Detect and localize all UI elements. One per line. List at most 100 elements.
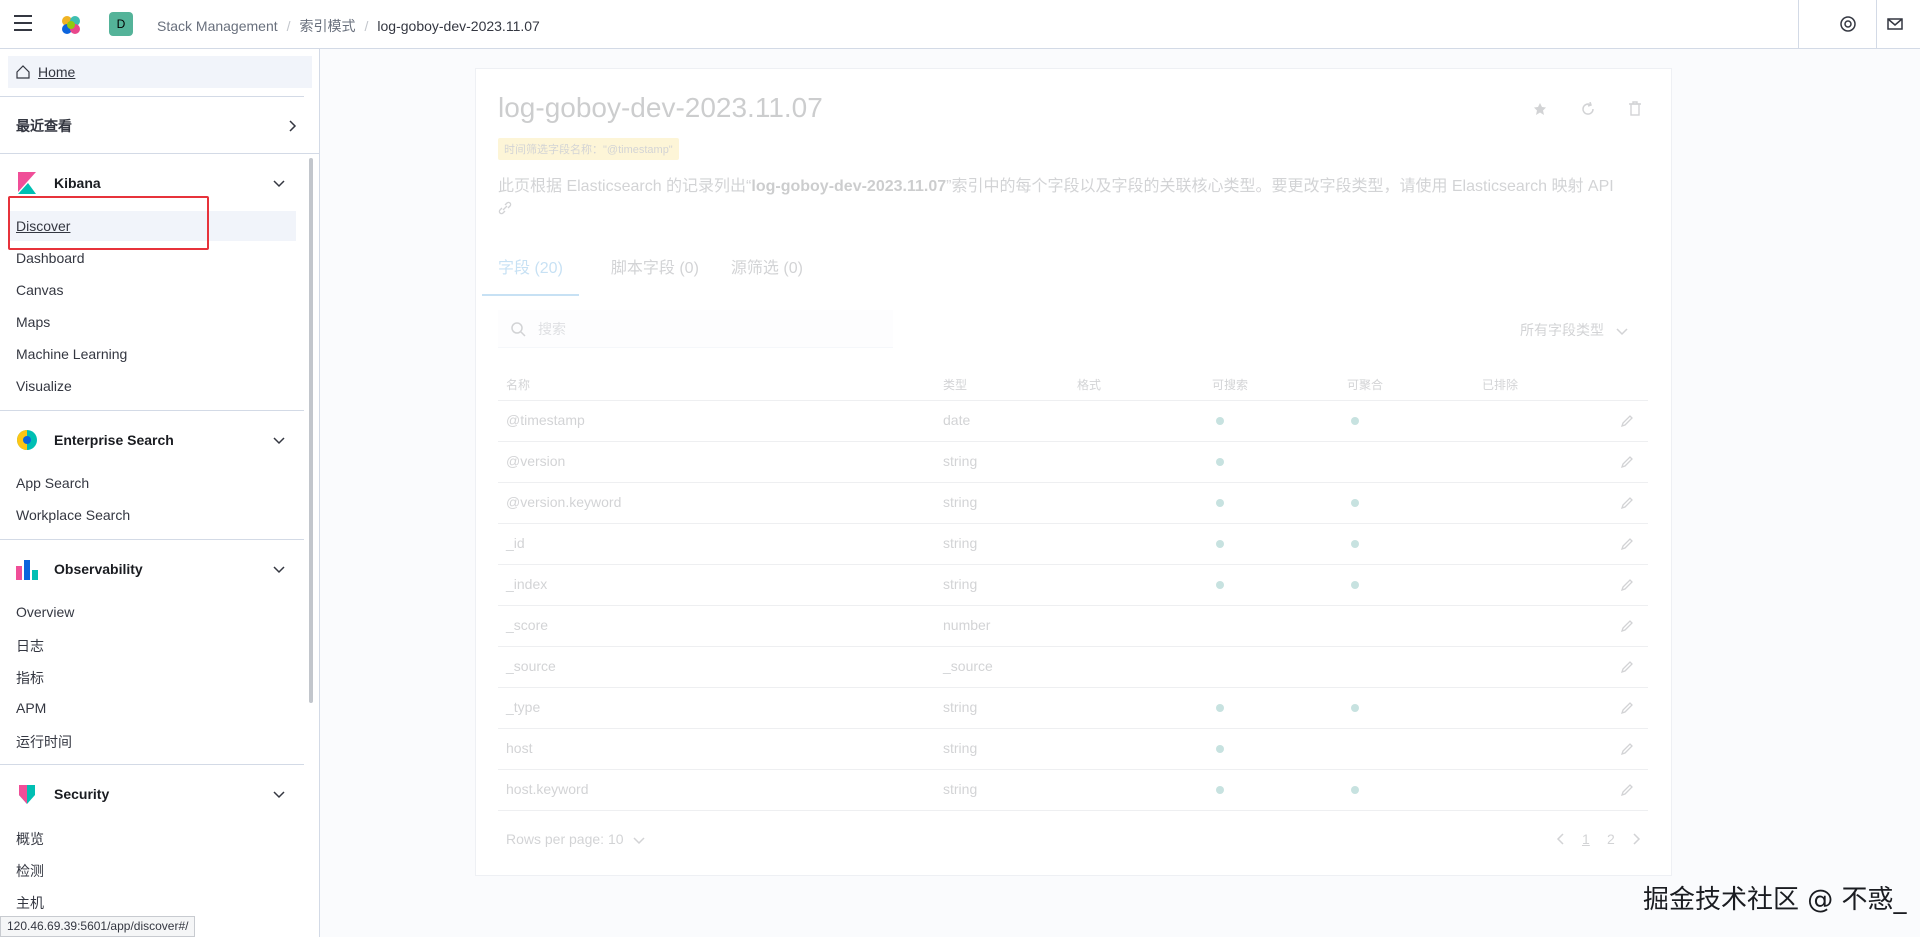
sidebar-item-uptime[interactable]: 运行时间 [16, 732, 72, 752]
aggregatable-dot [1351, 499, 1359, 507]
page-description: 此页根据 Elasticsearch 的记录列出“log-goboy-dev-2… [498, 175, 1638, 223]
nav-group-kibana[interactable]: Kibana [16, 172, 286, 194]
description-text: ”索引中的每个字段以及字段的关联核心类型。要更改字段类型，请使用 Elastic… [946, 178, 1614, 195]
help-icon[interactable] [1839, 15, 1857, 33]
sidebar-item-machine-learning[interactable]: Machine Learning [16, 346, 127, 362]
column-header-name[interactable]: 名称 [506, 376, 530, 393]
tab-scripted-fields[interactable]: 脚本字段 (0) [611, 254, 699, 296]
nav-group-security[interactable]: Security [16, 783, 286, 805]
nav-group-observability[interactable]: Observability [16, 558, 286, 580]
field-type-filter[interactable]: 所有字段类型 [1520, 320, 1628, 340]
elastic-logo-icon[interactable] [60, 14, 82, 36]
edit-pencil-icon[interactable] [1620, 619, 1634, 633]
edit-pencil-icon[interactable] [1620, 660, 1634, 674]
column-header-type[interactable]: 类型 [943, 376, 967, 393]
searchable-dot [1216, 786, 1224, 794]
divider [0, 96, 304, 97]
edit-pencil-icon[interactable] [1620, 496, 1634, 510]
tab-fields[interactable]: 字段 (20) [482, 254, 579, 296]
link-icon[interactable] [498, 201, 512, 215]
row-divider [498, 523, 1648, 524]
sidebar-item-overview[interactable]: Overview [16, 604, 74, 620]
chevron-down-icon [633, 837, 645, 845]
sidebar-item-workplace-search[interactable]: Workplace Search [16, 507, 130, 523]
sidebar-item-home[interactable]: Home [8, 56, 312, 88]
sidebar-item-security-overview[interactable]: 概览 [16, 829, 44, 849]
searchable-dot [1216, 704, 1224, 712]
breadcrumb-current: log-goboy-dev-2023.11.07 [377, 18, 540, 34]
sidebar-item-hosts[interactable]: 主机 [16, 893, 44, 913]
field-name-cell: _score [506, 617, 549, 633]
aggregatable-dot [1351, 786, 1359, 794]
sidebar-item-app-search[interactable]: App Search [16, 475, 89, 491]
field-name-cell: host.keyword [506, 781, 589, 797]
space-avatar[interactable]: D [109, 12, 133, 36]
field-type-cell: number [943, 617, 991, 633]
nav-group-title: Observability [54, 561, 143, 577]
sidebar-item-canvas[interactable]: Canvas [16, 282, 63, 298]
description-text: 此页根据 Elasticsearch 的记录列出“ [498, 178, 752, 195]
mail-icon[interactable] [1886, 15, 1904, 33]
edit-pencil-icon[interactable] [1620, 742, 1634, 756]
sidebar-item-detections[interactable]: 检测 [16, 861, 44, 881]
home-icon [16, 65, 30, 79]
menu-icon[interactable] [14, 15, 32, 31]
row-divider [498, 605, 1648, 606]
observability-logo-icon [16, 560, 38, 580]
page-button-2[interactable]: 2 [1607, 831, 1615, 847]
chevron-right-icon[interactable] [1632, 833, 1642, 845]
edit-pencil-icon[interactable] [1620, 783, 1634, 797]
sidebar-item-metrics[interactable]: 指标 [16, 668, 44, 688]
security-logo-icon [19, 785, 35, 804]
sidebar-item-apm[interactable]: APM [16, 700, 46, 716]
column-header-format[interactable]: 格式 [1077, 376, 1101, 393]
sidebar-item-logs[interactable]: 日志 [16, 636, 44, 656]
refresh-icon[interactable] [1581, 102, 1595, 116]
column-header-aggregatable[interactable]: 可聚合 [1347, 376, 1383, 393]
sidebar-item-label: Home [38, 64, 76, 80]
rows-per-page-selector[interactable]: Rows per page: 10 [506, 831, 645, 847]
field-type-cell: string [943, 576, 978, 592]
column-header-excluded[interactable]: 已排除 [1482, 376, 1518, 393]
sidebar-item-dashboard[interactable]: Dashboard [16, 250, 85, 266]
nav-group-enterprise-search[interactable]: Enterprise Search [16, 429, 286, 451]
column-header-searchable[interactable]: 可搜索 [1212, 376, 1248, 393]
breadcrumb-item[interactable]: 索引模式 [300, 16, 356, 36]
row-divider [498, 400, 1648, 401]
sidebar-item-maps[interactable]: Maps [16, 314, 50, 330]
edit-pencil-icon[interactable] [1620, 701, 1634, 715]
sidebar-scrollbar[interactable] [309, 158, 313, 703]
star-icon[interactable] [1533, 102, 1547, 116]
divider [0, 153, 319, 154]
field-name-cell: _source [506, 658, 556, 674]
top-bar: D Stack Management / 索引模式 / log-goboy-de… [0, 0, 1920, 49]
sidebar-item-visualize[interactable]: Visualize [16, 378, 72, 394]
tab-source-filters[interactable]: 源筛选 (0) [731, 254, 803, 296]
breadcrumb-item[interactable]: Stack Management [157, 18, 278, 34]
recently-viewed-label: 最近查看 [16, 118, 72, 134]
nav-group-title: Kibana [54, 175, 101, 191]
row-divider [498, 441, 1648, 442]
edit-pencil-icon[interactable] [1620, 578, 1634, 592]
row-divider [498, 482, 1648, 483]
aggregatable-dot [1351, 704, 1359, 712]
field-type-cell: string [943, 535, 978, 551]
chevron-down-icon [273, 180, 285, 188]
edit-pencil-icon[interactable] [1620, 537, 1634, 551]
chevron-down-icon [273, 791, 285, 799]
field-name-cell: @version.keyword [506, 494, 622, 510]
annotation-highlight-box [8, 196, 209, 250]
divider [0, 539, 304, 540]
aggregatable-dot [1351, 581, 1359, 589]
trash-icon[interactable] [1628, 100, 1642, 116]
field-type-cell: string [943, 740, 978, 756]
field-type-filter-label: 所有字段类型 [1520, 322, 1604, 338]
chevron-left-icon[interactable] [1555, 833, 1565, 845]
divider [1798, 0, 1799, 48]
field-search-input[interactable]: 搜索 [498, 310, 893, 348]
divider [0, 410, 304, 411]
page-button-1[interactable]: 1 [1582, 831, 1590, 847]
recently-viewed-toggle[interactable]: 最近查看 [16, 116, 298, 136]
edit-pencil-icon[interactable] [1620, 414, 1634, 428]
edit-pencil-icon[interactable] [1620, 455, 1634, 469]
